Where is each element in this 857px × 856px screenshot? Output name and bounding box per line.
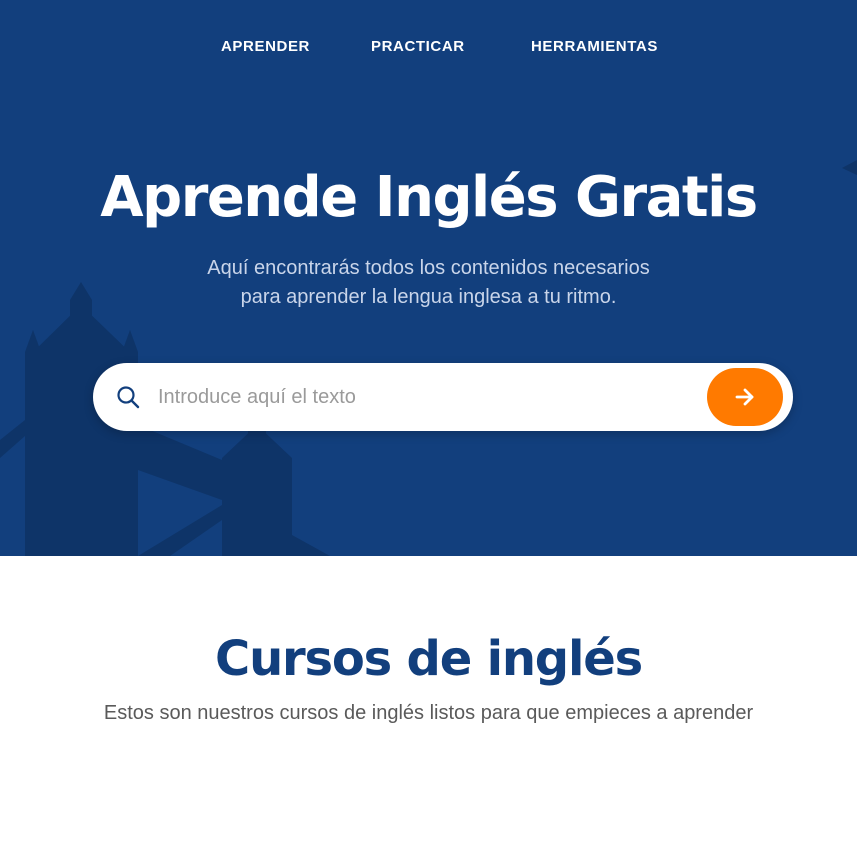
hero-subtitle-line: Aquí encontrarás todos los contenidos ne…: [207, 257, 650, 279]
courses-title: Cursos de inglés: [215, 631, 643, 687]
hero-subtitle: Aquí encontrarás todos los contenidos ne…: [0, 254, 857, 312]
nav-item-practicar[interactable]: PRACTICAR: [371, 38, 465, 55]
courses-subtitle: Estos son nuestros cursos de inglés list…: [103, 702, 754, 724]
arrow-right-icon: [735, 388, 754, 406]
hero-subtitle-line: para aprender la lengua inglesa a tu rit…: [240, 286, 617, 308]
search-submit-button[interactable]: [707, 368, 783, 426]
nav-item-herramientas[interactable]: HERRAMIENTAS: [531, 38, 658, 55]
main-nav: APRENDER PRACTICAR HERRAMIENTAS: [0, 38, 857, 58]
nav-item-aprender[interactable]: APRENDER: [221, 38, 310, 55]
hero-section: APRENDER PRACTICAR HERRAMIENTAS Aprende …: [0, 0, 857, 556]
search-input[interactable]: [158, 378, 698, 416]
search-icon: [117, 386, 140, 409]
hero-title: Aprende Inglés Gratis: [100, 165, 758, 230]
